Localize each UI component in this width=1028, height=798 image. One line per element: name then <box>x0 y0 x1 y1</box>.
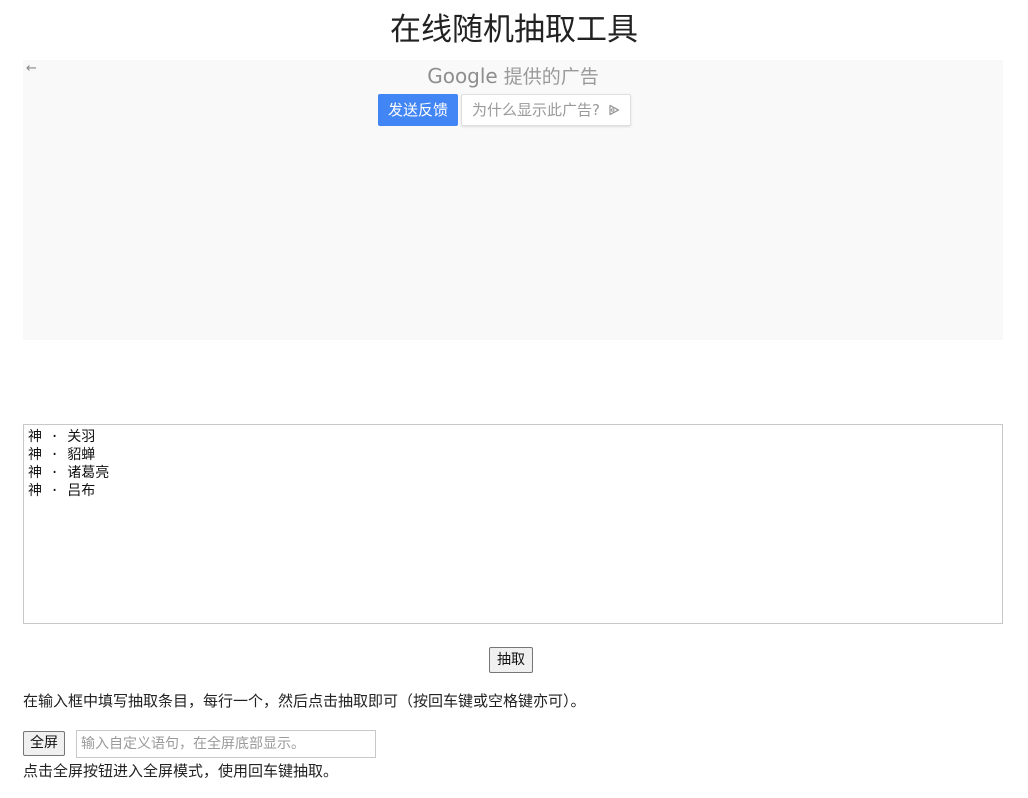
instruction-text: 在输入框中填写抽取条目，每行一个，然后点击抽取即可（按回车键或空格键亦可）。 <box>23 692 586 710</box>
fullscreen-button[interactable]: 全屏 <box>23 731 65 756</box>
send-feedback-button[interactable]: 发送反馈 <box>378 94 459 126</box>
why-this-ad-label: 为什么显示此广告? <box>472 101 600 119</box>
draw-button[interactable]: 抽取 <box>489 647 533 673</box>
custom-phrase-input[interactable] <box>76 730 376 758</box>
why-this-ad-button[interactable]: 为什么显示此广告? <box>461 94 631 126</box>
page-title: 在线随机抽取工具 <box>390 12 638 48</box>
ad-buttons: 发送反馈 为什么显示此广告? <box>378 94 631 126</box>
ad-provided-label: 提供的广告 <box>503 66 599 88</box>
ad-header: Google 提供的广告 <box>23 63 1003 90</box>
fullscreen-hint-text: 点击全屏按钮进入全屏模式，使用回车键抽取。 <box>23 762 339 780</box>
entries-textarea[interactable] <box>23 424 1003 624</box>
adchoices-play-icon <box>609 104 620 116</box>
ad-frame: ← Google 提供的广告 发送反馈 为什么显示此广告? <box>23 60 1003 340</box>
google-logo-text: Google <box>427 64 498 88</box>
